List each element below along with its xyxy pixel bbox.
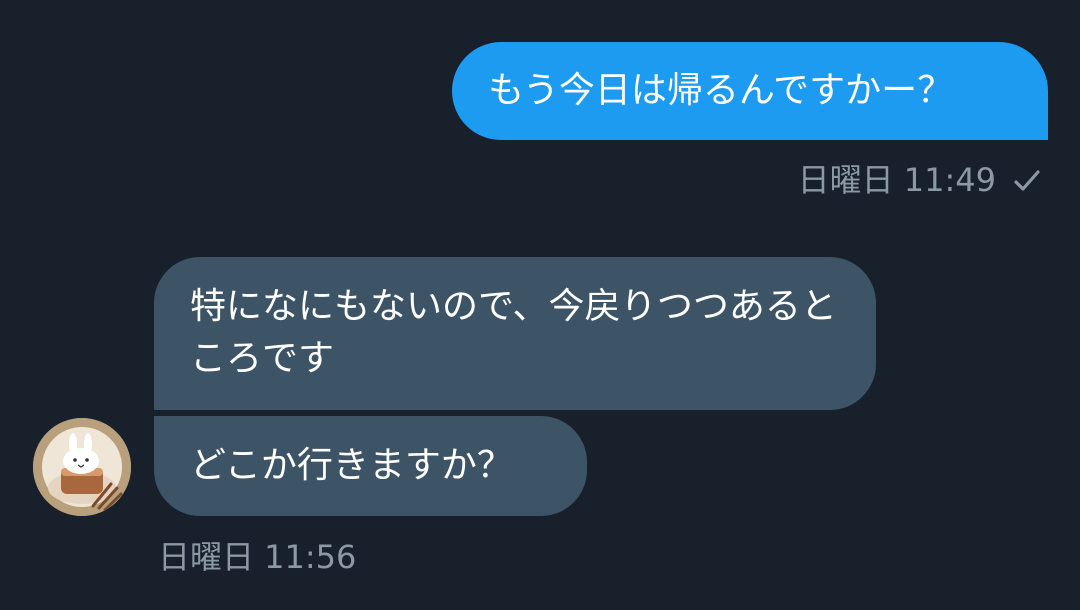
sent-message-bubble[interactable]: もう今日は帰るんですかー？ xyxy=(452,42,1048,140)
sender-avatar[interactable] xyxy=(33,418,131,516)
sent-message-meta: 日曜日 11:49 xyxy=(798,160,1042,200)
received-message-bubble[interactable]: どこか行きますか？ xyxy=(154,416,587,516)
check-icon xyxy=(1012,165,1042,195)
received-message-bubble[interactable]: 特になにもないので、今戻りつつあるところです xyxy=(154,257,876,410)
received-timestamp: 日曜日 11:56 xyxy=(158,538,357,576)
sent-timestamp: 日曜日 11:49 xyxy=(797,161,996,199)
